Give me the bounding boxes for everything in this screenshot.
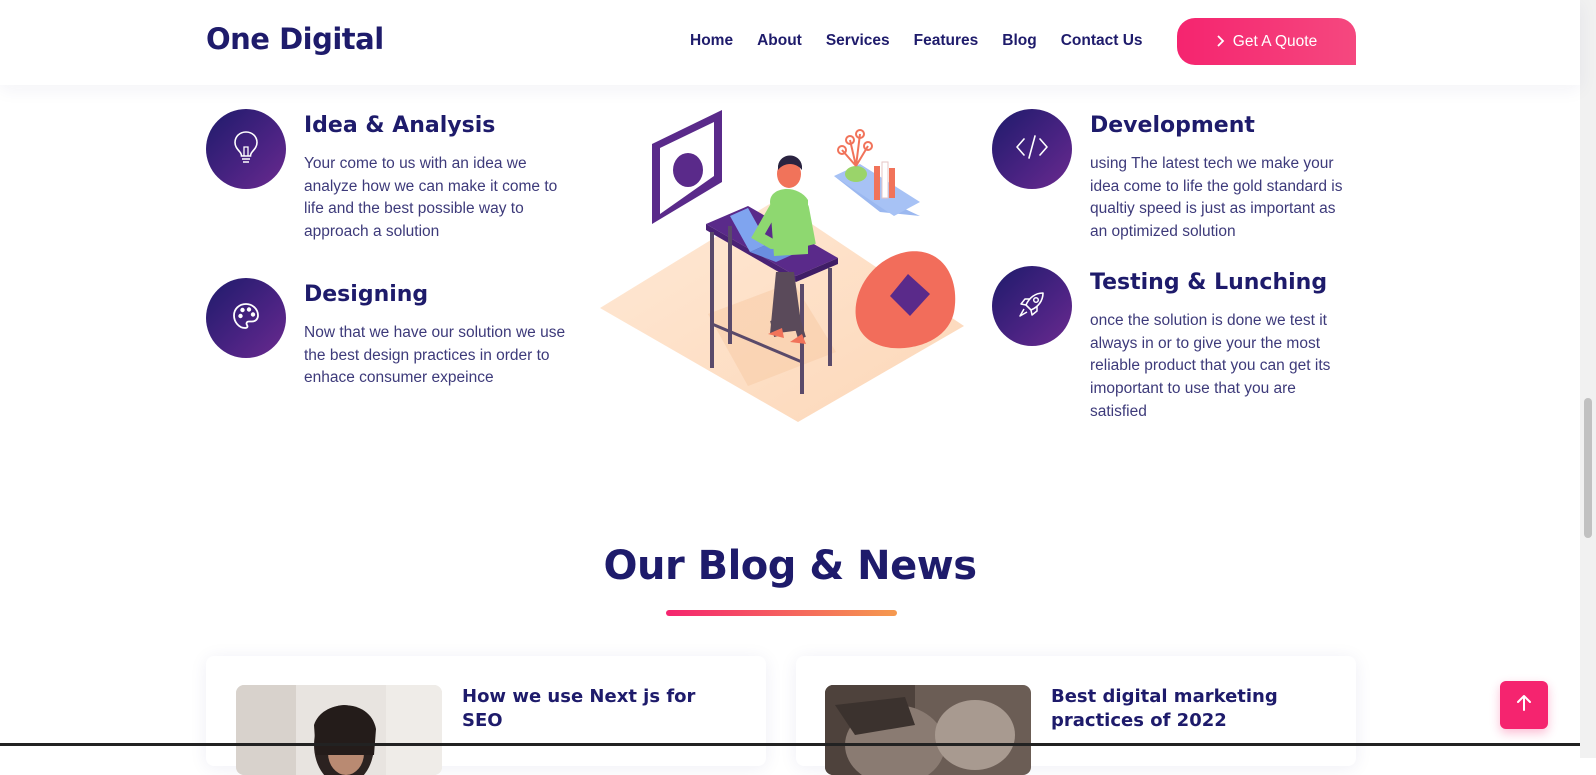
blog-post-image[interactable] bbox=[825, 685, 1031, 775]
feature-title: Idea & Analysis bbox=[304, 113, 496, 138]
feature-icon-circle bbox=[992, 266, 1072, 346]
chevron-right-icon bbox=[1216, 34, 1225, 50]
heading-underline bbox=[666, 610, 897, 616]
nav-home[interactable]: Home bbox=[690, 32, 733, 50]
get-a-quote-button[interactable]: Get A Quote bbox=[1177, 18, 1356, 65]
blog-card[interactable]: How we use Next js for SEO bbox=[206, 656, 766, 775]
code-icon bbox=[1015, 134, 1049, 165]
nav-blog[interactable]: Blog bbox=[1002, 32, 1036, 50]
bottom-edge-bar bbox=[0, 743, 1580, 746]
blog-card[interactable]: Best digital marketing practices of 2022 bbox=[796, 656, 1356, 775]
site-logo[interactable]: One Digital bbox=[206, 22, 384, 56]
feature-icon-circle bbox=[206, 278, 286, 358]
developer-illustration bbox=[598, 104, 968, 426]
nav-services[interactable]: Services bbox=[826, 32, 890, 50]
feature-title: Testing & Lunching bbox=[1090, 270, 1328, 295]
lightbulb-icon bbox=[232, 130, 260, 169]
feature-title: Development bbox=[1090, 113, 1255, 138]
get-a-quote-label: Get A Quote bbox=[1232, 32, 1318, 50]
feature-description: using The latest tech we make your idea … bbox=[1090, 155, 1343, 241]
feature-icon-circle bbox=[206, 109, 286, 189]
scroll-to-top-button[interactable] bbox=[1500, 681, 1548, 729]
blog-post-title[interactable]: How we use Next js for SEO bbox=[462, 685, 702, 733]
arrow-up-icon bbox=[1516, 694, 1532, 717]
blog-heading: Our Blog & News bbox=[603, 543, 977, 589]
feature-description: Now that we have our solution we use the… bbox=[304, 324, 566, 387]
blog-post-title[interactable]: Best digital marketing practices of 2022 bbox=[1051, 685, 1291, 733]
nav-about[interactable]: About bbox=[757, 32, 802, 50]
nav-features[interactable]: Features bbox=[914, 32, 979, 50]
site-header: One Digital Home About Services Features… bbox=[0, 0, 1580, 85]
main-nav: Home About Services Features Blog Contac… bbox=[690, 32, 1167, 50]
nav-contact-us[interactable]: Contact Us bbox=[1061, 32, 1143, 50]
page-scrollbar[interactable] bbox=[1580, 0, 1596, 758]
feature-icon-circle bbox=[992, 109, 1072, 189]
feature-description: once the solution is done we test it alw… bbox=[1090, 312, 1331, 420]
palette-icon bbox=[231, 301, 261, 336]
rocket-icon bbox=[1016, 288, 1048, 325]
blog-post-image[interactable] bbox=[236, 685, 442, 775]
scrollbar-thumb[interactable] bbox=[1584, 398, 1592, 538]
feature-title: Designing bbox=[304, 282, 429, 307]
feature-description: Your come to us with an idea we analyze … bbox=[304, 155, 558, 241]
